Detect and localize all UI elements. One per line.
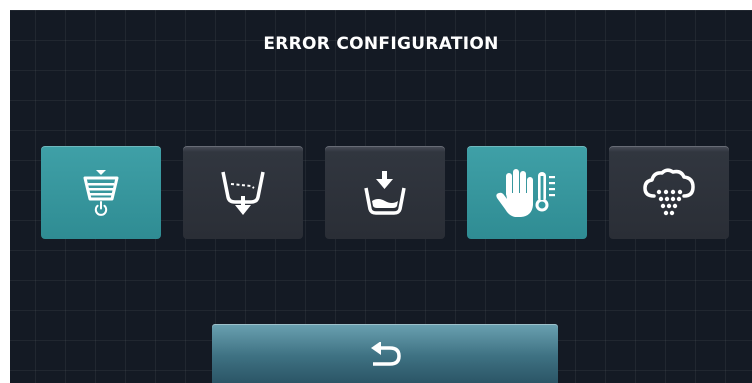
page-title: ERROR CONFIGURATION [263, 34, 499, 54]
tile-drain[interactable] [183, 146, 303, 239]
tile-tank-power[interactable] [41, 146, 161, 239]
fill-water-icon [364, 170, 406, 215]
screen: ERROR CONFIGURATION [10, 10, 752, 383]
hand-temperature-icon [496, 168, 555, 217]
tile-steam-cloud[interactable] [609, 146, 729, 239]
tile-hand-temperature[interactable] [467, 146, 587, 239]
back-arrow-icon [371, 341, 401, 366]
tile-fill-water[interactable] [325, 146, 445, 239]
steam-cloud-icon [643, 168, 695, 215]
drain-icon [221, 171, 265, 215]
back-button[interactable] [212, 324, 558, 383]
tank-power-icon [83, 169, 119, 216]
